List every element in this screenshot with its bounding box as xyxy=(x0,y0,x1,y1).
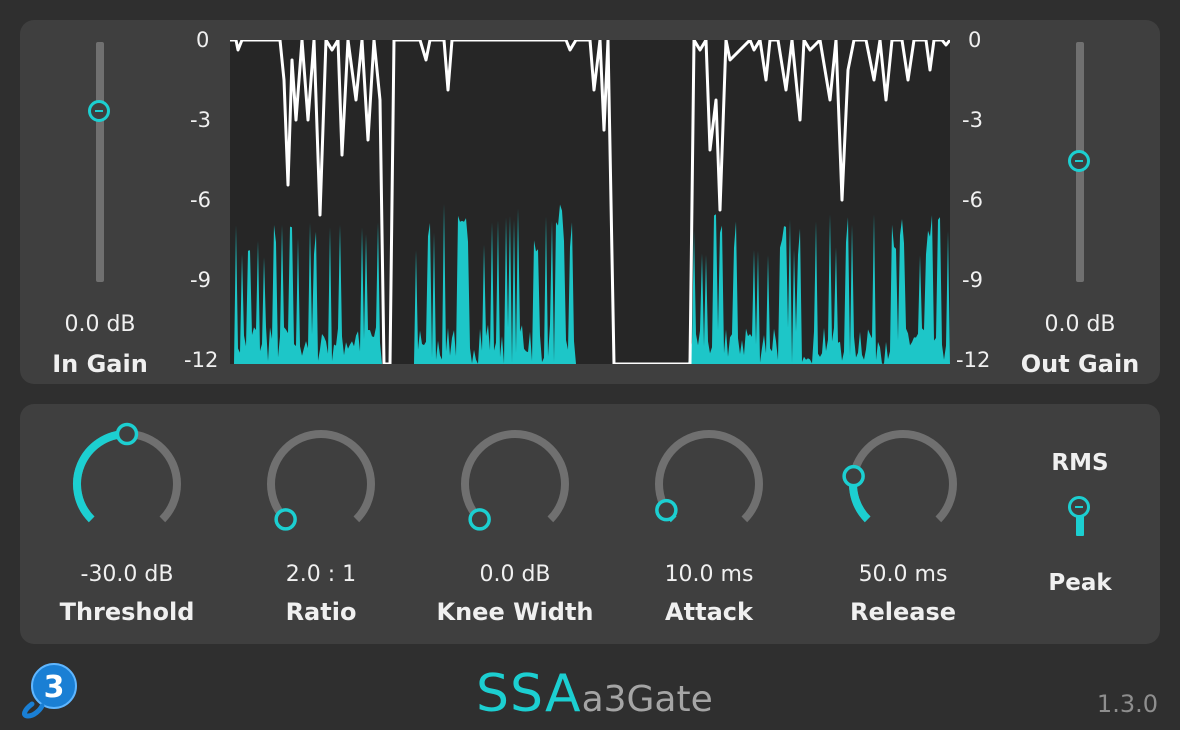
threshold-value: -30.0 dB xyxy=(80,562,174,587)
in-gain-value: 0.0 dB xyxy=(64,312,136,337)
input-signal-trace xyxy=(230,203,950,364)
attack-label: Attack xyxy=(665,598,753,626)
version-label: 1.3.0 xyxy=(1096,690,1158,718)
release-value: 50.0 ms xyxy=(858,562,948,587)
peak-label: Peak xyxy=(1048,570,1112,596)
threshold-knob[interactable] xyxy=(62,419,192,549)
knee-width-knob[interactable] xyxy=(450,419,580,549)
knee-width-knob-handle xyxy=(468,508,491,531)
b3-logo-icon: 3 xyxy=(18,660,80,720)
threshold-knob-handle xyxy=(115,422,139,446)
release-knob-handle xyxy=(842,464,865,488)
attack-knob[interactable] xyxy=(644,419,774,549)
brand-product: a3Gate xyxy=(581,679,713,720)
rms-label: RMS xyxy=(1051,450,1109,476)
ratio-label: Ratio xyxy=(285,598,357,626)
out-gain-slider-handle[interactable] xyxy=(1068,150,1090,172)
detector-switch-handle[interactable] xyxy=(1068,496,1090,518)
attack-value: 10.0 ms xyxy=(664,562,754,587)
ratio-knob-handle xyxy=(274,508,297,531)
brand-logo: SSAa3Gate xyxy=(476,664,713,724)
scale-left-6: -6 xyxy=(190,188,211,212)
scale-right-9: -9 xyxy=(962,268,983,292)
release-label: Release xyxy=(849,598,957,626)
scale-left-3: -3 xyxy=(190,108,211,132)
svg-text:3: 3 xyxy=(44,670,65,705)
knee-width-value: 0.0 dB xyxy=(479,562,551,587)
knee-width-knob-track xyxy=(461,430,569,523)
threshold-label: Threshold xyxy=(59,598,195,626)
scale-left-0: 0 xyxy=(196,28,210,52)
in-gain-slider-track[interactable] xyxy=(96,42,104,282)
scale-right-12: -12 xyxy=(956,348,991,372)
out-gain-value: 0.0 dB xyxy=(1044,312,1116,337)
release-knob[interactable] xyxy=(838,419,968,549)
brand-ssa: SSA xyxy=(476,664,582,724)
scale-left-12: -12 xyxy=(184,348,219,372)
knee-width-label: Knee Width xyxy=(436,598,594,626)
scale-left-9: -9 xyxy=(190,268,211,292)
in-gain-slider-handle[interactable] xyxy=(88,100,110,122)
gain-reduction-trace xyxy=(230,40,950,364)
attack-knob-handle xyxy=(655,498,678,522)
scale-right-0: 0 xyxy=(968,28,982,52)
out-gain-label: Out Gain xyxy=(1020,350,1140,378)
scale-right-6: -6 xyxy=(962,188,983,212)
ratio-value: 2.0 : 1 xyxy=(285,562,357,587)
in-gain-label: In Gain xyxy=(52,350,148,378)
threshold-knob-fill xyxy=(73,430,128,523)
ratio-knob[interactable] xyxy=(256,419,386,549)
scale-right-3: -3 xyxy=(962,108,983,132)
release-knob-track xyxy=(849,430,957,523)
gain-reduction-meter xyxy=(230,40,950,364)
detector-switch[interactable] xyxy=(1066,496,1094,544)
ratio-knob-track xyxy=(267,430,375,523)
